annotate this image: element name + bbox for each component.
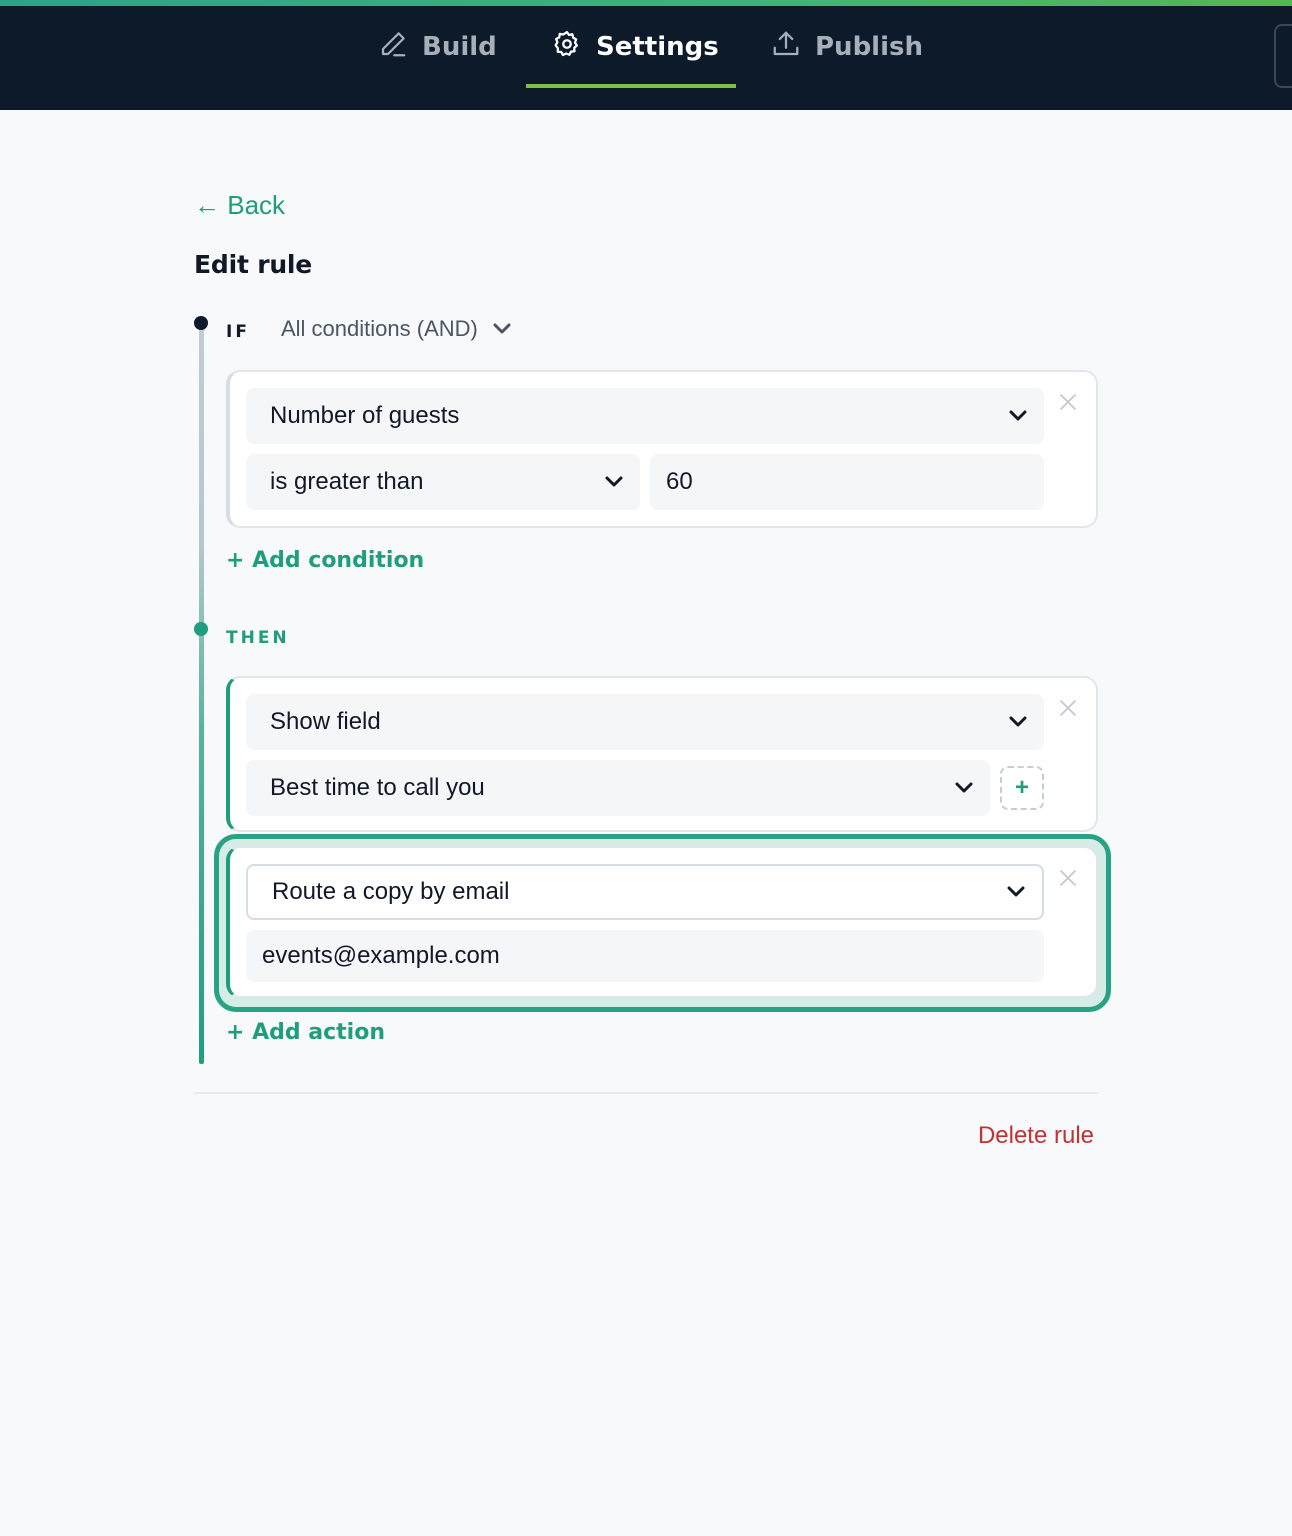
add-target-button[interactable]: + — [1000, 766, 1044, 810]
add-action-button[interactable]: + Add action — [226, 1020, 385, 1045]
tab-publish-label: Publish — [815, 32, 923, 62]
condition-field-value: Number of guests — [270, 402, 460, 429]
email-action-type-value: Route a copy by email — [272, 878, 510, 905]
chevron-down-icon — [955, 782, 973, 793]
chevron-down-icon — [1007, 886, 1025, 897]
then-dot — [194, 622, 208, 636]
email-address-input[interactable]: events@example.com — [246, 930, 1044, 982]
tab-settings[interactable]: Settings — [552, 6, 719, 88]
page-title: Edit rule — [194, 250, 313, 279]
condition-field-select[interactable]: Number of guests — [246, 388, 1044, 444]
tab-publish[interactable]: Publish — [771, 6, 923, 88]
tab-settings-label: Settings — [596, 32, 719, 62]
email-action-type-select[interactable]: Route a copy by email — [246, 864, 1044, 920]
plus-icon: + — [1014, 774, 1029, 801]
action-target-select[interactable]: Best time to call you — [246, 760, 990, 816]
condition-value-input[interactable]: 60 — [650, 454, 1044, 510]
upload-icon — [771, 29, 801, 66]
action-target-value: Best time to call you — [270, 774, 485, 801]
back-link[interactable]: ← Back — [194, 190, 285, 221]
delete-rule-button[interactable]: Delete rule — [978, 1122, 1094, 1150]
top-nav-bar: Build Settings Publish — [0, 6, 1292, 110]
back-link-label: ← Back — [194, 190, 286, 220]
top-right-button[interactable] — [1274, 24, 1292, 88]
chevron-down-icon — [1009, 716, 1027, 727]
gear-icon — [552, 29, 582, 66]
condition-operator-value: is greater than — [270, 468, 424, 495]
then-label: THEN — [226, 628, 290, 648]
footer-divider — [194, 1092, 1098, 1094]
active-tab-underline — [526, 84, 736, 88]
remove-action-icon[interactable] — [1059, 699, 1077, 717]
match-mode-value: All conditions (AND) — [281, 316, 478, 341]
condition-operator-select[interactable]: is greater than — [246, 454, 640, 510]
remove-email-action-icon[interactable] — [1059, 869, 1077, 887]
condition-value-text: 60 — [666, 468, 693, 495]
match-mode-select[interactable]: All conditions (AND) — [281, 316, 512, 342]
tab-build[interactable]: Build — [378, 6, 497, 88]
action-type-select[interactable]: Show field — [246, 694, 1044, 750]
chevron-down-icon — [605, 476, 623, 487]
tab-build-label: Build — [422, 32, 497, 62]
if-dot — [194, 316, 208, 330]
chevron-down-icon — [1009, 410, 1027, 421]
if-label: IF — [226, 322, 250, 342]
add-condition-button[interactable]: + Add condition — [226, 548, 424, 573]
email-address-value: events@example.com — [262, 942, 500, 969]
action-type-value: Show field — [270, 708, 381, 735]
rule-timeline — [199, 322, 204, 1064]
chevron-down-icon — [492, 316, 512, 342]
remove-condition-icon[interactable] — [1059, 393, 1077, 411]
pencil-icon — [378, 29, 408, 66]
